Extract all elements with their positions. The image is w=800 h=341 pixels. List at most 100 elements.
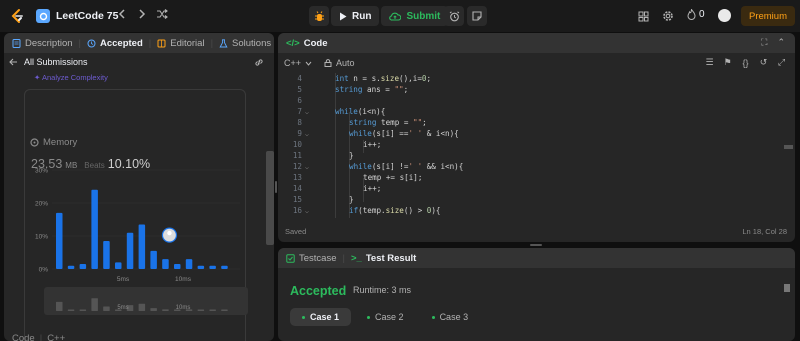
- chart-bar[interactable]: [150, 250, 157, 269]
- pass-dot: [431, 315, 435, 319]
- line-number: 4: [297, 74, 302, 83]
- tab-editorial[interactable]: Editorial: [157, 37, 205, 49]
- code-line[interactable]: 5 string ans = "";: [278, 85, 778, 96]
- code-line[interactable]: 10 i++;: [278, 140, 778, 151]
- fold-chevron-icon[interactable]: ⌵: [305, 207, 309, 215]
- user-avatar[interactable]: [718, 9, 731, 22]
- line-number: 6: [297, 96, 302, 105]
- overview-tick-label: 10ms: [176, 305, 191, 311]
- chart-bar[interactable]: [174, 264, 181, 269]
- braces-icon[interactable]: {}: [740, 57, 751, 68]
- format-icon[interactable]: ☰: [704, 57, 715, 68]
- all-submissions-link[interactable]: All Submissions: [4, 53, 274, 71]
- case-tab-2[interactable]: Case 2: [355, 308, 416, 326]
- tab-description[interactable]: Description: [12, 38, 73, 49]
- result-panel-tab-bar: Testcase | >_ Test Result: [278, 248, 795, 268]
- run-button[interactable]: Run: [331, 6, 380, 26]
- language-selector[interactable]: C++: [284, 58, 312, 68]
- maximize-icon[interactable]: ⛶: [761, 37, 767, 48]
- chart-bar[interactable]: [162, 259, 169, 269]
- code-line[interactable]: 13 temp += s[i];: [278, 173, 778, 184]
- overview-bar: [162, 309, 169, 311]
- tab-solutions[interactable]: Solutions: [219, 38, 271, 49]
- code-line[interactable]: 16 ⌵ if(temp.size() > 0){: [278, 206, 778, 217]
- memory-distribution-chart[interactable]: 30% 20% 10% 0% 5ms 10ms 5ms 10ms: [26, 157, 248, 317]
- code-line[interactable]: 7 ⌵ while(i<n){: [278, 107, 778, 118]
- chart-bar[interactable]: [56, 212, 63, 269]
- tab-solutions-label: Solutions: [232, 37, 272, 49]
- line-number: 8: [297, 118, 302, 127]
- lock-icon: [324, 59, 332, 67]
- result-scroll-thumb[interactable]: [784, 284, 790, 292]
- submit-button[interactable]: Submit: [381, 6, 449, 26]
- submitted-code-language: C++: [47, 333, 66, 341]
- code-line[interactable]: 15}: [278, 195, 778, 206]
- editor-status-bar: Saved Ln 18, Col 28: [278, 223, 795, 239]
- fold-chevron-icon[interactable]: ⌵: [305, 108, 309, 116]
- tab-description-label: Description: [25, 37, 73, 49]
- timer-button[interactable]: [444, 6, 464, 26]
- bug-icon: [314, 10, 324, 21]
- tab-testcase[interactable]: Testcase: [286, 253, 337, 264]
- chart-bar[interactable]: [91, 189, 98, 269]
- pass-dot: [367, 315, 371, 319]
- tab-accepted[interactable]: Accepted: [87, 38, 143, 49]
- chart-bar[interactable]: [138, 224, 146, 269]
- tab-test-result[interactable]: >_ Test Result: [351, 253, 416, 264]
- notes-button[interactable]: [467, 6, 487, 26]
- collapse-icon[interactable]: ⌃: [777, 37, 785, 48]
- chart-bar[interactable]: [221, 265, 228, 269]
- study-plan-icon: [36, 9, 50, 23]
- code-line[interactable]: 6: [278, 96, 778, 107]
- code-text: temp += s[i];: [363, 173, 423, 182]
- cursor-position: Ln 18, Col 28: [742, 227, 787, 236]
- previous-problem-button[interactable]: [115, 9, 129, 23]
- reset-icon[interactable]: ↺: [758, 57, 769, 68]
- note-icon: [472, 11, 482, 21]
- code-line[interactable]: 4 int n = s.size(),i=0;: [278, 74, 778, 85]
- fold-chevron-icon[interactable]: ⌵: [305, 163, 309, 171]
- code-line[interactable]: 11}: [278, 151, 778, 162]
- share-link-icon[interactable]: [254, 58, 264, 67]
- chart-bar[interactable]: [209, 265, 216, 269]
- document-icon: [12, 38, 21, 48]
- range-selector-track[interactable]: [44, 287, 248, 315]
- result-body: Accepted Runtime: 3 ms Case 1 Case 2 Cas…: [278, 268, 795, 341]
- debugger-button[interactable]: [309, 6, 329, 26]
- problem-list-link[interactable]: LeetCode 75: [36, 8, 118, 24]
- avatar-head-icon: [167, 230, 172, 236]
- premium-button[interactable]: Premium: [741, 6, 795, 26]
- code-line[interactable]: 14 i++;: [278, 184, 778, 195]
- chart-bar[interactable]: [126, 232, 134, 269]
- chart-bar[interactable]: [115, 262, 122, 269]
- overview-bar: [209, 309, 216, 311]
- analyze-complexity-button[interactable]: ✦ Analyze Complexity: [34, 73, 108, 82]
- auto-complete-toggle[interactable]: Auto: [324, 58, 355, 68]
- chart-bar[interactable]: [79, 264, 87, 269]
- fold-chevron-icon[interactable]: ⌵: [305, 130, 309, 138]
- chart-bar[interactable]: [185, 259, 193, 269]
- random-problem-button[interactable]: [155, 9, 169, 23]
- tab-editorial-label: Editorial: [170, 37, 205, 49]
- tab-code[interactable]: </> Code: [286, 38, 328, 49]
- code-text: string temp = "";: [349, 118, 427, 127]
- code-line[interactable]: 12 ⌵ while(s[i] !=' ' && i<n){: [278, 162, 778, 173]
- daily-streak-counter[interactable]: 0: [687, 9, 705, 20]
- code-line[interactable]: 8 string temp = "";: [278, 118, 778, 129]
- settings-button[interactable]: [661, 9, 675, 23]
- code-editor[interactable]: 4 int n = s.size(),i=0; 5 string ans = ""; 6…: [278, 73, 795, 218]
- left-panel-scroll-thumb[interactable]: [266, 151, 274, 245]
- bookmark-icon[interactable]: ⚑: [722, 57, 733, 68]
- case-tab-1[interactable]: Case 1: [290, 308, 352, 326]
- chart-bar[interactable]: [67, 265, 75, 269]
- chart-bar[interactable]: [103, 240, 110, 269]
- layout-button[interactable]: [636, 9, 650, 23]
- case-tab-3[interactable]: Case 3: [420, 308, 481, 326]
- expand-icon[interactable]: ⤢: [776, 57, 787, 68]
- overview-bar: [79, 309, 87, 311]
- next-problem-button[interactable]: [135, 9, 149, 23]
- y-tick-label: 20%: [35, 201, 48, 208]
- leetcode-logo-icon[interactable]: [9, 8, 25, 24]
- chart-bar[interactable]: [197, 265, 205, 269]
- code-line[interactable]: 9 ⌵ while(s[i] ==' ' & i<n){: [278, 129, 778, 140]
